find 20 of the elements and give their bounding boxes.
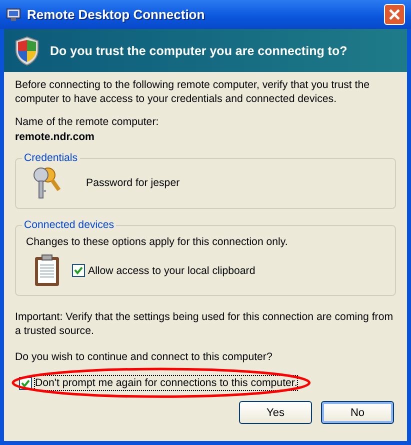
computer-icon xyxy=(6,6,22,22)
shield-icon xyxy=(14,36,40,66)
yes-button[interactable]: Yes xyxy=(239,401,312,424)
clipboard-checkbox[interactable]: Allow access to your local clipboard xyxy=(72,264,256,278)
computer-name-label: Name of the remote computer: xyxy=(15,115,160,129)
devices-note: Changes to these options apply for this connection only. xyxy=(26,235,289,249)
group-title: Connected devices xyxy=(23,219,116,231)
clipboard-icon xyxy=(34,254,60,287)
computer-name: remote.ndr.com xyxy=(15,130,96,144)
close-icon xyxy=(388,8,401,21)
important-text: Important: Verify that the settings being used for this connection are coming from a trusted source. xyxy=(15,310,394,338)
window-title: Remote Desktop Connection xyxy=(27,7,206,22)
close-button[interactable] xyxy=(384,4,405,25)
intro-text: Before connecting to the following remote computer, verify that you trust the computer to have access to your credentials and connected devices. xyxy=(15,78,370,106)
checkbox[interactable] xyxy=(72,264,85,277)
credential-text: Password for jesper xyxy=(86,176,180,190)
question-text: Do you wish to continue and connect to this computer? xyxy=(15,350,274,364)
no-button[interactable]: No xyxy=(321,401,394,424)
group-title: Credentials xyxy=(23,152,79,164)
banner-heading: Do you trust the computer you are connecting to? xyxy=(50,44,348,58)
